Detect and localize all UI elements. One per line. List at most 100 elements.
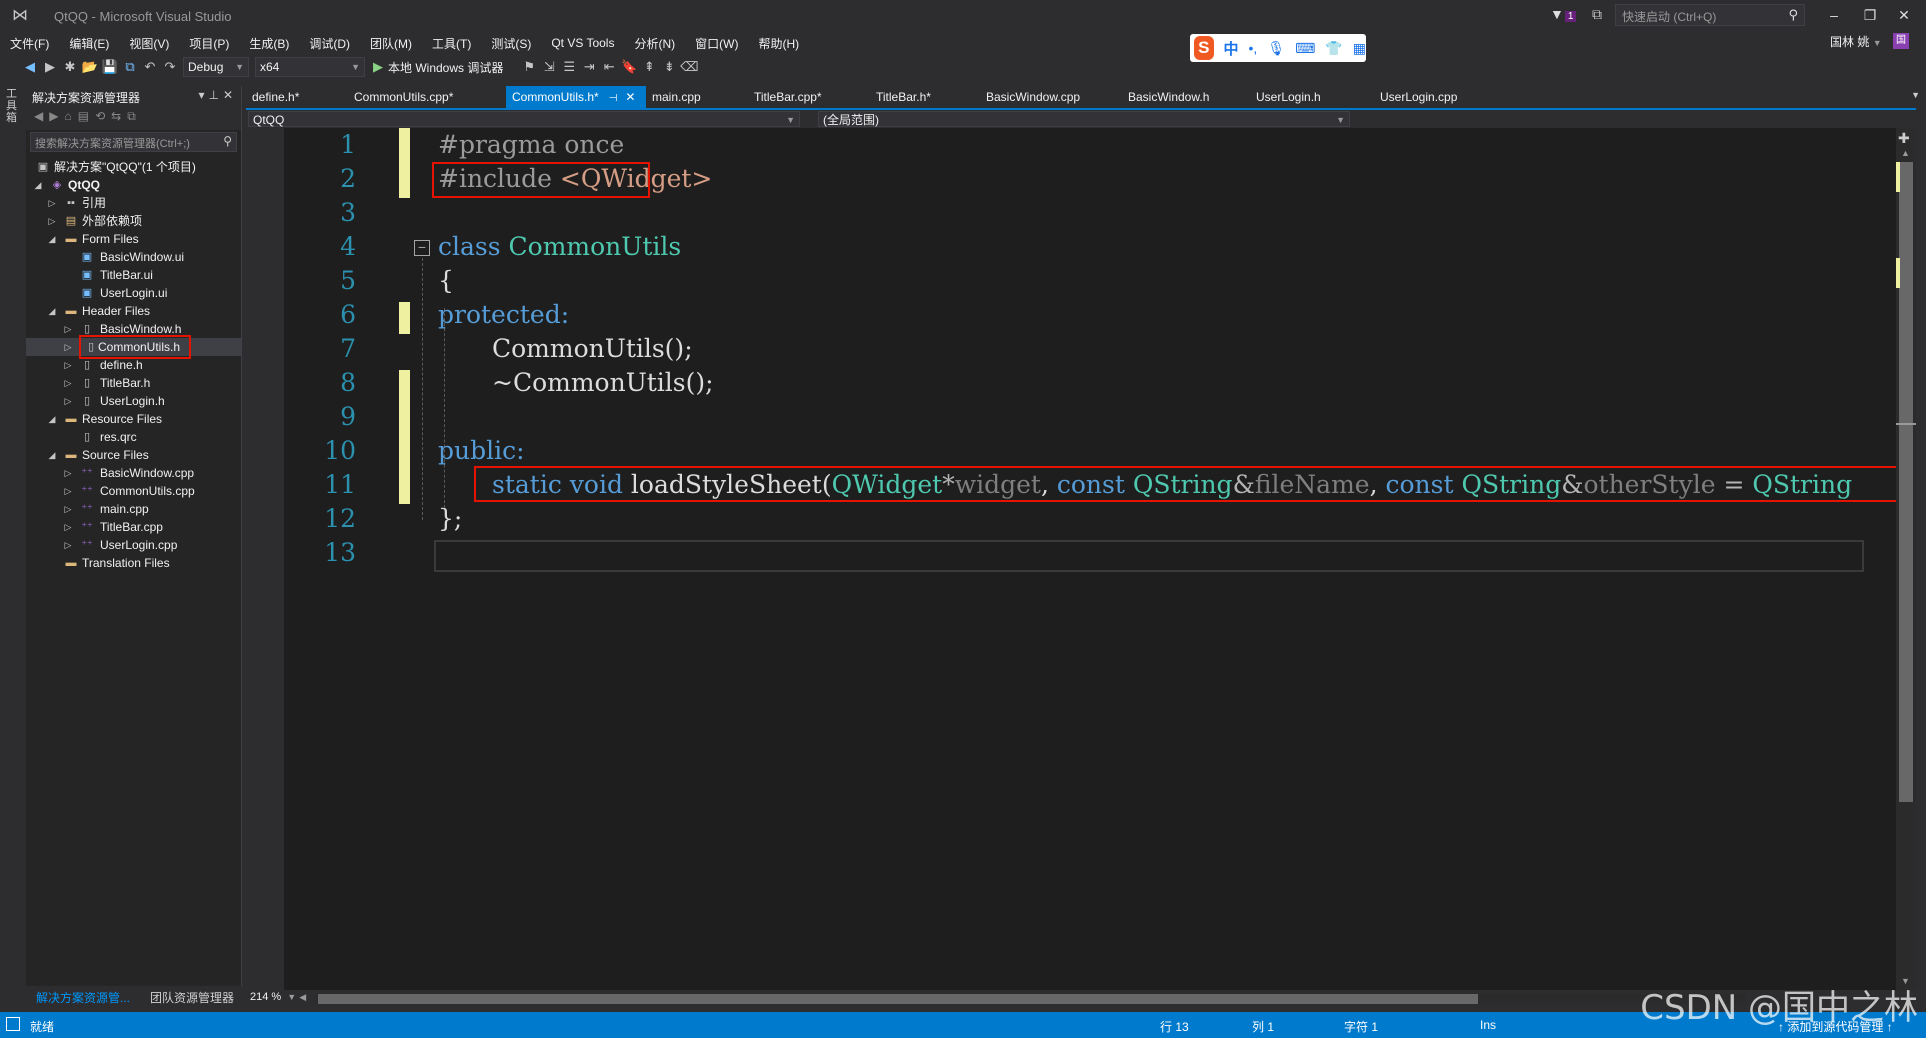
doc-tab[interactable]: BasicWindow.cpp bbox=[980, 86, 1086, 108]
tree-item-file[interactable]: ▷ ▯ TitleBar.h bbox=[26, 374, 241, 392]
expanded-arrow-icon[interactable]: ◢ bbox=[46, 302, 58, 320]
menu-qt-vs-tools[interactable]: Qt VS Tools bbox=[541, 36, 624, 50]
tree-item-file-selected[interactable]: ▷ ▯ CommonUtils.h bbox=[26, 335, 241, 359]
close-tab-icon[interactable]: ✕ bbox=[625, 90, 635, 104]
tab-overflow-icon[interactable]: ▼ bbox=[1911, 90, 1920, 100]
doc-tab[interactable]: BasicWindow.h bbox=[1122, 86, 1215, 108]
tree-item-file[interactable]: ▷ ▯ UserLogin.h bbox=[26, 392, 241, 410]
doc-tab[interactable]: main.cpp bbox=[646, 86, 707, 108]
solution-search-input[interactable]: 搜索解决方案资源管理器(Ctrl+;) ⚲ bbox=[30, 132, 237, 152]
collapsed-arrow-icon[interactable]: ▷ bbox=[62, 356, 74, 374]
pin-icon[interactable]: ⊣ bbox=[609, 93, 618, 104]
home-icon[interactable]: ⌂ bbox=[64, 109, 77, 123]
switch-views-icon[interactable]: ▤ bbox=[78, 109, 95, 123]
zoom-level-select[interactable]: 214 % ▼ ◀ bbox=[250, 991, 306, 1003]
solution-configuration-select[interactable]: Debug ▼ bbox=[183, 57, 249, 77]
forward-icon[interactable]: ▶ bbox=[49, 109, 64, 123]
outdent-icon[interactable]: ⇤ bbox=[599, 59, 619, 75]
tree-item-file[interactable]: ▷ ⁺⁺ TitleBar.cpp bbox=[26, 518, 241, 536]
doc-tab[interactable]: TitleBar.h* bbox=[870, 86, 937, 108]
tab-team-explorer[interactable]: 团队资源管理器 bbox=[150, 989, 234, 1006]
tree-item-solution[interactable]: ▣ 解决方案"QtQQ"(1 个项目) bbox=[26, 158, 241, 176]
pin-icon[interactable]: ⊥ bbox=[208, 88, 222, 102]
forward-icon[interactable]: ▶ bbox=[40, 59, 60, 75]
restore-button[interactable]: ❐ bbox=[1855, 4, 1885, 26]
quick-launch-input[interactable]: 快速启动 (Ctrl+Q) ⚲ bbox=[1615, 4, 1805, 26]
menu-view[interactable]: 视图(V) bbox=[119, 35, 179, 52]
tree-item-file[interactable]: ▣ UserLogin.ui bbox=[26, 284, 241, 302]
collapsed-arrow-icon[interactable]: ▷ bbox=[62, 518, 74, 536]
tree-item-file[interactable]: ▷ ▯ BasicWindow.h bbox=[26, 320, 241, 338]
step-icon[interactable]: ⇲ bbox=[539, 59, 559, 75]
tree-item-source-files[interactable]: ◢ ▬ Source Files bbox=[26, 446, 241, 464]
collapsed-arrow-icon[interactable]: ▷ bbox=[46, 212, 58, 230]
menu-help[interactable]: 帮助(H) bbox=[748, 35, 809, 52]
save-all-icon[interactable]: ⧉ bbox=[120, 59, 140, 75]
save-icon[interactable]: 💾 bbox=[100, 59, 120, 75]
minimize-button[interactable]: – bbox=[1819, 4, 1849, 26]
bookmark-icon[interactable]: 🔖 bbox=[619, 59, 639, 75]
doc-tab[interactable]: define.h* bbox=[246, 86, 305, 108]
avatar[interactable]: 国 bbox=[1893, 33, 1909, 49]
start-debugging-button[interactable]: 本地 Windows 调试器 bbox=[388, 59, 503, 76]
attach-icon[interactable]: ⚑ bbox=[519, 59, 539, 75]
menu-debug[interactable]: 调试(D) bbox=[299, 35, 360, 52]
menu-window[interactable]: 窗口(W) bbox=[685, 35, 748, 52]
member-scope-select[interactable]: (全局范围) ▼ bbox=[818, 111, 1350, 127]
tree-item-file[interactable]: ▷ ⁺⁺ UserLogin.cpp bbox=[26, 536, 241, 554]
tree-item-external-deps[interactable]: ▷ ▤ 外部依赖项 bbox=[26, 212, 241, 230]
code-editor[interactable]: 1 2 3 4 5 6 7 8 9 10 11 12 13 − #pragma … bbox=[246, 128, 1906, 990]
scroll-left-icon[interactable]: ◀ bbox=[299, 992, 306, 1002]
split-editor-icon[interactable]: ✚ bbox=[1898, 130, 1912, 146]
vertical-scrollbar[interactable]: ▲ ▼ bbox=[1896, 128, 1916, 990]
tab-solution-explorer[interactable]: 解决方案资源管... bbox=[36, 989, 130, 1006]
output-window-icon[interactable] bbox=[6, 1017, 20, 1031]
collapsed-arrow-icon[interactable]: ▷ bbox=[62, 392, 74, 410]
collapse-all-icon[interactable]: ⧉ bbox=[127, 109, 142, 123]
doc-tab-active[interactable]: CommonUtils.h* ⊣ ✕ bbox=[506, 86, 646, 108]
menu-test[interactable]: 测试(S) bbox=[481, 35, 541, 52]
tree-item-references[interactable]: ▷ ▪▪ 引用 bbox=[26, 194, 241, 212]
tree-item-file[interactable]: ▷ ⁺⁺ main.cpp bbox=[26, 500, 241, 518]
clear-bookmarks-icon[interactable]: ⌫ bbox=[679, 59, 699, 75]
open-file-icon[interactable]: 📂 bbox=[80, 59, 100, 75]
collapse-toggle-icon[interactable]: − bbox=[414, 240, 430, 256]
format-icon[interactable]: ☰ bbox=[559, 59, 579, 75]
solution-platform-select[interactable]: x64 ▼ bbox=[255, 57, 365, 77]
collapsed-arrow-icon[interactable]: ▷ bbox=[46, 194, 58, 212]
search-icon[interactable]: ⚲ bbox=[223, 134, 232, 148]
tree-item-file[interactable]: ▣ TitleBar.ui bbox=[26, 266, 241, 284]
collapsed-arrow-icon[interactable]: ▷ bbox=[62, 320, 74, 338]
feedback-icon[interactable]: ⧉ bbox=[1592, 6, 1602, 23]
close-window-button[interactable]: ✕ bbox=[1889, 4, 1919, 26]
tree-item-project[interactable]: ◢ ◈ QtQQ bbox=[26, 176, 241, 194]
project-scope-select[interactable]: QtQQ ▼ bbox=[248, 111, 800, 127]
history-icon[interactable]: ⟲ bbox=[95, 109, 111, 123]
collapsed-arrow-icon[interactable]: ▷ bbox=[62, 536, 74, 554]
collapsed-arrow-icon[interactable]: ▷ bbox=[62, 338, 74, 356]
user-account[interactable]: 国林 姚 ▼ bbox=[1830, 33, 1882, 50]
expanded-arrow-icon[interactable]: ◢ bbox=[46, 230, 58, 248]
menu-team[interactable]: 团队(M) bbox=[360, 35, 422, 52]
tree-item-translation-files[interactable]: ▬ Translation Files bbox=[26, 554, 241, 572]
indent-icon[interactable]: ⇥ bbox=[579, 59, 599, 75]
horizontal-scrollbar-thumb[interactable] bbox=[318, 994, 1478, 1004]
tree-item-file[interactable]: ▣ BasicWindow.ui bbox=[26, 248, 241, 266]
collapsed-arrow-icon[interactable]: ▷ bbox=[62, 500, 74, 518]
notifications-flag-icon[interactable]: ▼ 1 bbox=[1550, 6, 1577, 22]
tree-item-resource-files[interactable]: ◢ ▬ Resource Files bbox=[26, 410, 241, 428]
menu-build[interactable]: 生成(B) bbox=[239, 35, 299, 52]
tree-item-file[interactable]: ▷ ▯ define.h bbox=[26, 356, 241, 374]
back-icon[interactable]: ◀ bbox=[20, 59, 40, 75]
menu-analyze[interactable]: 分析(N) bbox=[624, 35, 685, 52]
collapsed-arrow-icon[interactable]: ▷ bbox=[62, 374, 74, 392]
tree-item-file[interactable]: ▷ ⁺⁺ BasicWindow.cpp bbox=[26, 464, 241, 482]
new-project-icon[interactable]: ✱ bbox=[60, 59, 80, 75]
menu-file[interactable]: 文件(F) bbox=[0, 35, 59, 52]
redo-icon[interactable]: ↷ bbox=[160, 59, 180, 75]
doc-tab[interactable]: CommonUtils.cpp* bbox=[348, 86, 459, 108]
collapsed-arrow-icon[interactable]: ▷ bbox=[62, 464, 74, 482]
search-icon[interactable]: ⚲ bbox=[1788, 7, 1798, 23]
tree-item-form-files[interactable]: ◢ ▬ Form Files bbox=[26, 230, 241, 248]
start-debugging-icon[interactable]: ▶ bbox=[368, 59, 388, 75]
